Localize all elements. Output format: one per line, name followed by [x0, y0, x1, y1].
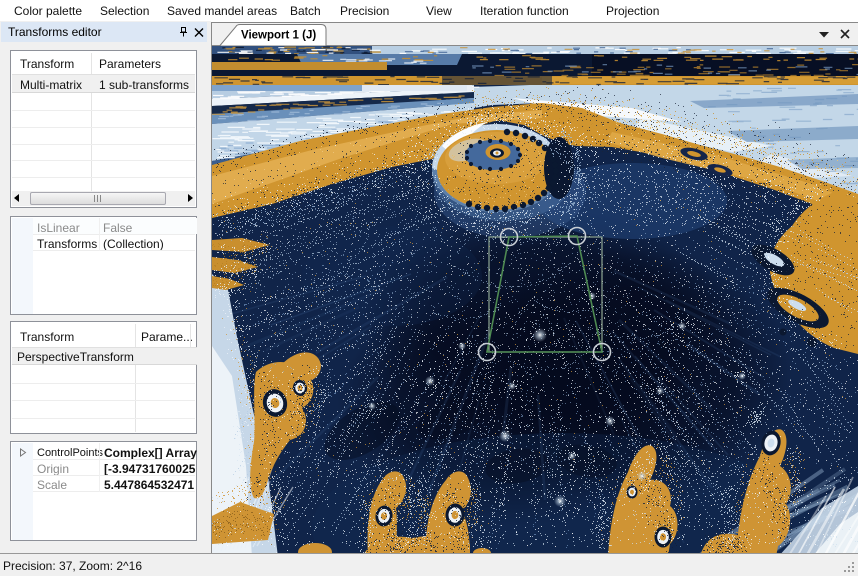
svg-text:Viewport 1 (J): Viewport 1 (J)	[241, 30, 316, 42]
